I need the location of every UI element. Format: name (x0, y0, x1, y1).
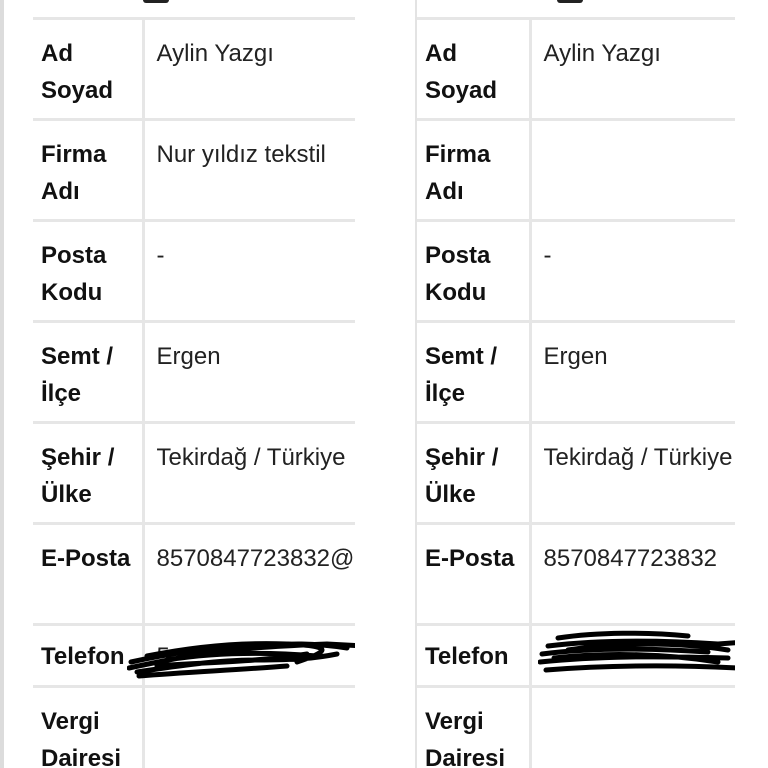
row-value-redacted (530, 625, 735, 687)
row-label: Vergi Dairesi (417, 686, 532, 768)
row-label: Firma Adı (417, 119, 532, 221)
row-label: Şehir / Ülke (33, 422, 145, 524)
table-row: Semt / İlçe Ergen (33, 321, 355, 423)
row-value (143, 687, 355, 768)
row-label: Vergi Dairesi (33, 686, 145, 768)
row-value (530, 687, 735, 768)
row-label: E-Posta (33, 523, 145, 625)
screen: Ad Soyad Aylin Yazgı Firma Adı Nur yıldı… (0, 0, 768, 768)
row-value (530, 120, 735, 221)
row-label: Ad Soyad (417, 18, 532, 120)
table-row: Posta Kodu - (33, 220, 355, 322)
address-card-right: Ad Soyad Aylin Yazgı Firma Adı Posta Kod… (415, 0, 735, 768)
row-value: Tekirdağ / Türkiye (156, 444, 346, 471)
row-value: Nur yıldız tekstil (156, 141, 326, 168)
row-value: - (543, 242, 552, 269)
table-row: Telefon (417, 624, 735, 687)
table-row: Firma Adı (417, 119, 735, 221)
row-label: Şehir / Ülke (417, 422, 532, 524)
row-value: 5 (156, 643, 170, 670)
row-label: Semt / İlçe (33, 321, 145, 423)
row-value: 8570847723832 (543, 545, 718, 572)
row-value: Ergen (543, 343, 608, 370)
table-row: Vergi Dairesi (417, 686, 735, 768)
address-table-left: Ad Soyad Aylin Yazgı Firma Adı Nur yıldı… (33, 17, 355, 768)
table-row: Firma Adı Nur yıldız tekstil (33, 119, 355, 221)
table-row: Posta Kodu - (417, 220, 735, 322)
table-row: Semt / İlçe Ergen (417, 321, 735, 423)
table-row: Ad Soyad Aylin Yazgı (33, 18, 355, 120)
address-card-left: Ad Soyad Aylin Yazgı Firma Adı Nur yıldı… (33, 0, 355, 768)
row-value-redacted: 5 (126, 625, 355, 687)
address-table-right: Ad Soyad Aylin Yazgı Firma Adı Posta Kod… (417, 17, 735, 768)
row-label: Semt / İlçe (417, 321, 532, 423)
row-label: Firma Adı (33, 119, 145, 221)
table-row: E-Posta 8570847723832@ (33, 523, 355, 625)
row-value: Aylin Yazgı (543, 40, 661, 67)
cropped-header-fragment (143, 0, 169, 3)
table-row: Şehir / Ülke Tekirdağ / Türkiye (33, 422, 355, 524)
row-value: Ergen (156, 343, 221, 370)
row-label: Posta Kodu (417, 220, 532, 322)
table-row: E-Posta 8570847723832 (417, 523, 735, 625)
screen-edge (0, 0, 4, 768)
row-value: 8570847723832@ (156, 545, 355, 572)
row-label: Telefon (33, 624, 145, 687)
table-row: Vergi Dairesi (33, 686, 355, 768)
row-value: Aylin Yazgı (156, 40, 274, 67)
table-row: Telefon 5 (33, 624, 355, 687)
row-label: E-Posta (417, 523, 532, 625)
row-label: Ad Soyad (33, 18, 145, 120)
row-label: Posta Kodu (33, 220, 145, 322)
row-label: Telefon (417, 624, 532, 687)
cropped-header-fragment (557, 0, 583, 3)
row-value: - (156, 242, 165, 269)
row-value: Tekirdağ / Türkiye (543, 444, 733, 471)
redaction-scribble (537, 630, 735, 673)
table-row: Şehir / Ülke Tekirdağ / Türkiye (417, 422, 735, 524)
table-row: Ad Soyad Aylin Yazgı (417, 18, 735, 120)
